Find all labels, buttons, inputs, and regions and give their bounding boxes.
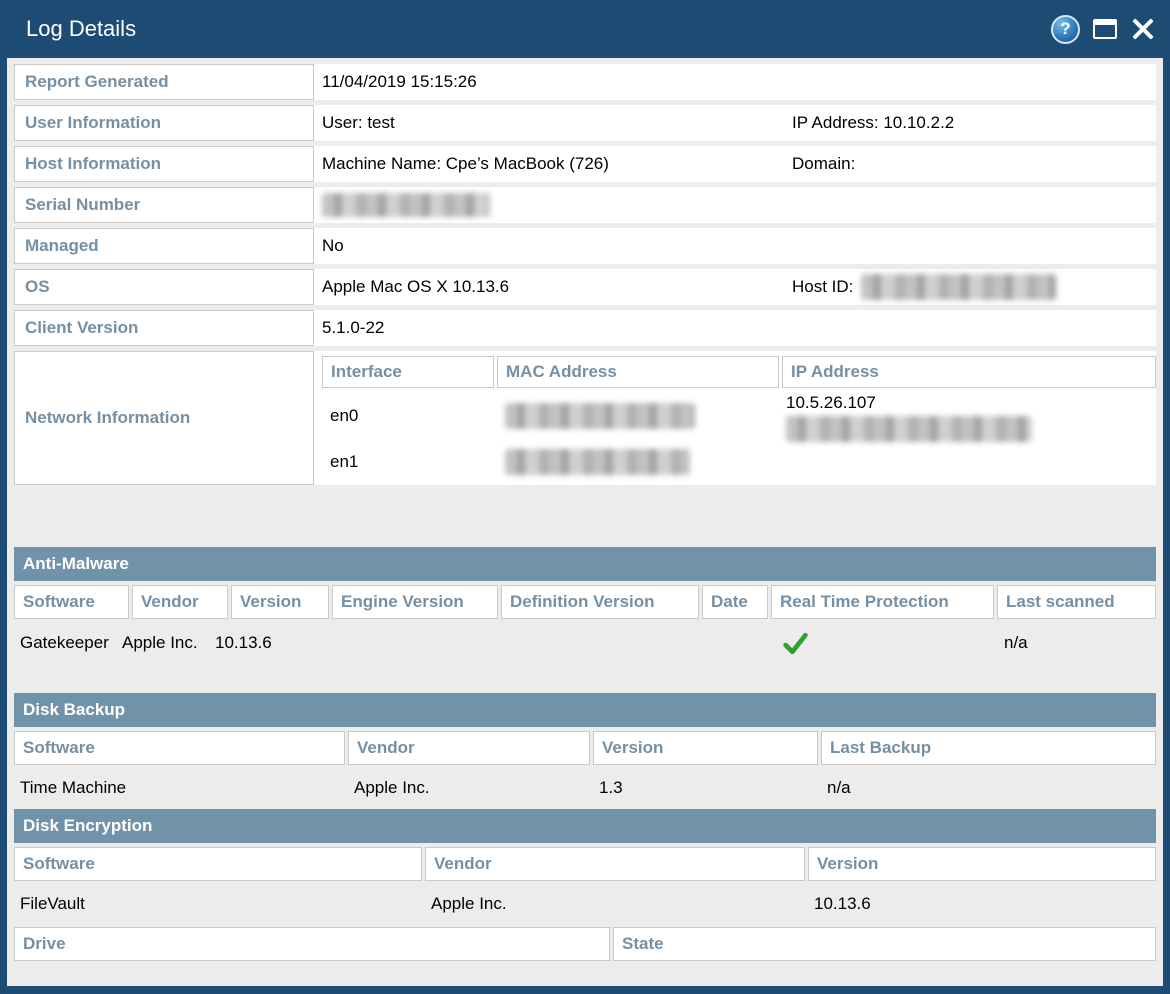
redacted-serial-number [322, 193, 490, 217]
managed-row: Managed No [14, 228, 1156, 264]
redacted-host-id [861, 274, 1056, 300]
disk-backup-section-header: Disk Backup [14, 693, 1156, 727]
redacted-mac-address [505, 449, 690, 475]
software-value: Time Machine [14, 778, 348, 798]
green-check-icon [782, 630, 809, 657]
column-header-date: Date [702, 585, 768, 619]
user-information-row: User Information User: test IP Address: … [14, 105, 1156, 141]
column-header-software: Software [14, 847, 422, 881]
managed-label: Managed [14, 228, 314, 264]
column-header-version: Version [808, 847, 1156, 881]
network-row-en1: en1 [322, 444, 1156, 480]
redacted-mac-address [505, 403, 695, 429]
last-backup-value: n/a [821, 778, 1156, 798]
report-generated-label: Report Generated [14, 64, 314, 100]
host-information-row: Host Information Machine Name: Cpe’s Mac… [14, 146, 1156, 182]
client-version-row: Client Version 5.1.0-22 [14, 310, 1156, 346]
column-header-engine-version: Engine Version [332, 585, 498, 619]
report-generated-value: 11/04/2019 15:15:26 [322, 72, 792, 92]
column-header-state: State [613, 927, 1156, 961]
log-details-content: Report Generated 11/04/2019 15:15:26 Use… [7, 58, 1163, 986]
os-row: OS Apple Mac OS X 10.13.6 Host ID: [14, 269, 1156, 305]
disk-encryption-table-header: Software Vendor Version [14, 847, 1156, 881]
software-value: Gatekeeper [20, 633, 122, 653]
version-value: 10.13.6 [215, 633, 774, 653]
version-value: 1.3 [593, 778, 821, 798]
column-header-software: Software [14, 585, 129, 619]
domain-value: Domain: [792, 154, 1156, 174]
column-header-last-backup: Last Backup [821, 731, 1156, 765]
maximize-icon[interactable] [1093, 19, 1117, 39]
software-value: FileVault [14, 894, 425, 914]
redacted-ip-detail [786, 416, 1032, 442]
network-table: Interface MAC Address IP Address en0 10.… [322, 351, 1156, 485]
help-icon[interactable]: ? [1051, 15, 1080, 44]
user-value: User: test [322, 113, 792, 133]
report-generated-row: Report Generated 11/04/2019 15:15:26 [14, 64, 1156, 100]
titlebar-icons: ? [1051, 15, 1156, 44]
disk-backup-row: Time Machine Apple Inc. 1.3 n/a [14, 769, 1156, 807]
user-information-label: User Information [14, 105, 314, 141]
column-header-vendor: Vendor [425, 847, 805, 881]
column-header-definition-version: Definition Version [501, 585, 699, 619]
anti-malware-row: Gatekeeper Apple Inc. 10.13.6 n/a [14, 623, 1156, 663]
client-version-label: Client Version [14, 310, 314, 346]
column-header-last-scanned: Last scanned [997, 585, 1156, 619]
ip-address-value: 10.5.26.107 [786, 393, 876, 413]
ip-address-value: IP Address: 10.10.2.2 [792, 113, 1156, 133]
column-header-real-time-protection: Real Time Protection [771, 585, 994, 619]
anti-malware-table-header: Software Vendor Version Engine Version D… [14, 585, 1156, 619]
window-title: Log Details [26, 16, 136, 42]
os-label: OS [14, 269, 314, 305]
column-header-vendor: Vendor [348, 731, 590, 765]
ip-address-value [782, 444, 1156, 480]
anti-malware-section-header: Anti-Malware [14, 547, 1156, 581]
column-header-interface: Interface [322, 356, 494, 388]
client-version-value: 5.1.0-22 [322, 318, 792, 338]
column-header-version: Version [231, 585, 329, 619]
column-header-software: Software [14, 731, 345, 765]
machine-name-value: Machine Name: Cpe’s MacBook (726) [322, 154, 792, 174]
close-icon[interactable] [1130, 18, 1156, 40]
log-details-window: Log Details ? Report Generated 11/04/201… [0, 0, 1170, 994]
drive-state-table-header: Drive State [14, 927, 1156, 961]
host-information-label: Host Information [14, 146, 314, 182]
column-header-vendor: Vendor [132, 585, 228, 619]
managed-value: No [322, 236, 792, 256]
os-value: Apple Mac OS X 10.13.6 [322, 277, 792, 297]
serial-number-label: Serial Number [14, 187, 314, 223]
column-header-drive: Drive [14, 927, 610, 961]
network-row-en0: en0 10.5.26.107 [322, 388, 1156, 444]
column-header-mac-address: MAC Address [497, 356, 779, 388]
vendor-value: Apple Inc. [425, 894, 808, 914]
column-header-version: Version [593, 731, 818, 765]
disk-encryption-row: FileVault Apple Inc. 10.13.6 [14, 885, 1156, 923]
disk-backup-table-header: Software Vendor Version Last Backup [14, 731, 1156, 765]
titlebar: Log Details ? [0, 0, 1170, 58]
vendor-value: Apple Inc. [348, 778, 593, 798]
interface-value: en1 [322, 444, 494, 480]
network-table-header: Interface MAC Address IP Address [322, 356, 1156, 388]
host-id-label: Host ID: [792, 277, 853, 297]
version-value: 10.13.6 [808, 894, 1156, 914]
real-time-protection-cell [774, 630, 997, 657]
vendor-value: Apple Inc. [122, 633, 215, 653]
network-information-row: Network Information Interface MAC Addres… [14, 351, 1156, 485]
serial-number-row: Serial Number [14, 187, 1156, 223]
disk-encryption-section-header: Disk Encryption [14, 809, 1156, 843]
last-scanned-value: n/a [997, 633, 1156, 653]
network-information-label: Network Information [14, 351, 314, 485]
interface-value: en0 [322, 388, 494, 444]
column-header-ip-address: IP Address [782, 356, 1156, 388]
